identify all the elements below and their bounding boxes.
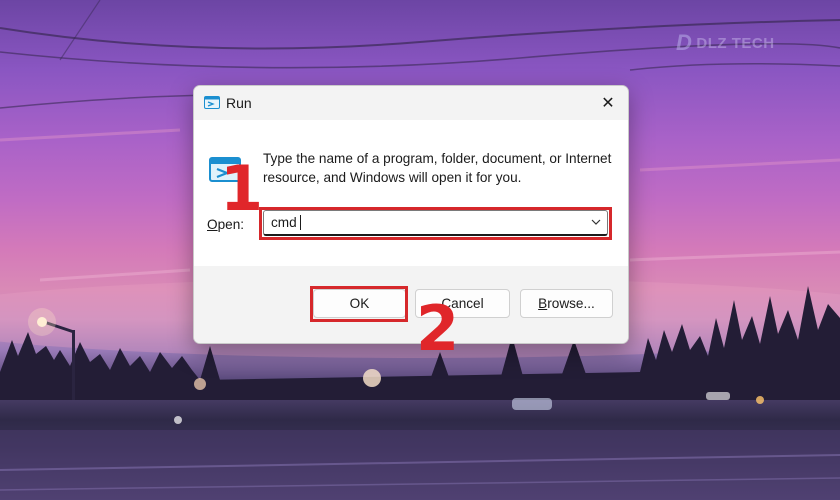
close-button[interactable]: ✕ <box>588 86 628 120</box>
text-caret <box>300 215 301 230</box>
open-label-mnemonic: O <box>207 217 218 232</box>
dialog-description: Type the name of a program, folder, docu… <box>263 151 612 185</box>
watermark-logo: D DLZ TECH <box>676 28 794 58</box>
step-number-2: 2 <box>416 292 460 365</box>
step-number-1: 1 <box>220 152 264 225</box>
ok-button-label: OK <box>349 296 370 311</box>
watermark-mark: D <box>676 30 693 55</box>
ok-button[interactable]: OK <box>313 289 406 318</box>
run-icon <box>204 96 220 109</box>
browse-button-mnemonic: B <box>538 296 548 311</box>
browse-button-label: rowse... <box>547 296 595 311</box>
open-combobox[interactable]: cmd <box>263 210 608 236</box>
open-input-value[interactable]: cmd <box>271 215 297 230</box>
dialog-title: Run <box>226 95 252 111</box>
close-icon: ✕ <box>601 95 615 112</box>
title-bar[interactable]: Run ✕ <box>194 86 628 120</box>
browse-button[interactable]: Browse... <box>520 289 613 318</box>
watermark-text: DLZ TECH <box>696 34 775 52</box>
chevron-down-icon[interactable] <box>591 219 601 226</box>
dialog-footer: OK Cancel Browse... <box>194 266 628 343</box>
